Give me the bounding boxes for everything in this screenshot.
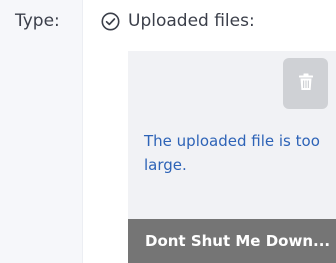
uploaded-file-card: The uploaded file is too large. Dont Shu… bbox=[128, 51, 336, 263]
file-name-bar: Dont Shut Me Down... bbox=[128, 219, 336, 263]
delete-file-button[interactable] bbox=[283, 58, 328, 109]
file-error-message: The uploaded file is too large. bbox=[144, 132, 320, 174]
check-circle-icon bbox=[101, 12, 120, 31]
file-name: Dont Shut Me Down... bbox=[145, 232, 331, 250]
uploaded-files-title: Uploaded files: bbox=[128, 11, 255, 31]
trash-icon bbox=[298, 73, 314, 95]
label-column: Type: bbox=[0, 0, 83, 263]
uploaded-files-header: Uploaded files: bbox=[101, 11, 255, 31]
type-label: Type: bbox=[15, 11, 60, 31]
upload-field-row: Type: Uploaded files: The uploaded file … bbox=[0, 0, 336, 263]
